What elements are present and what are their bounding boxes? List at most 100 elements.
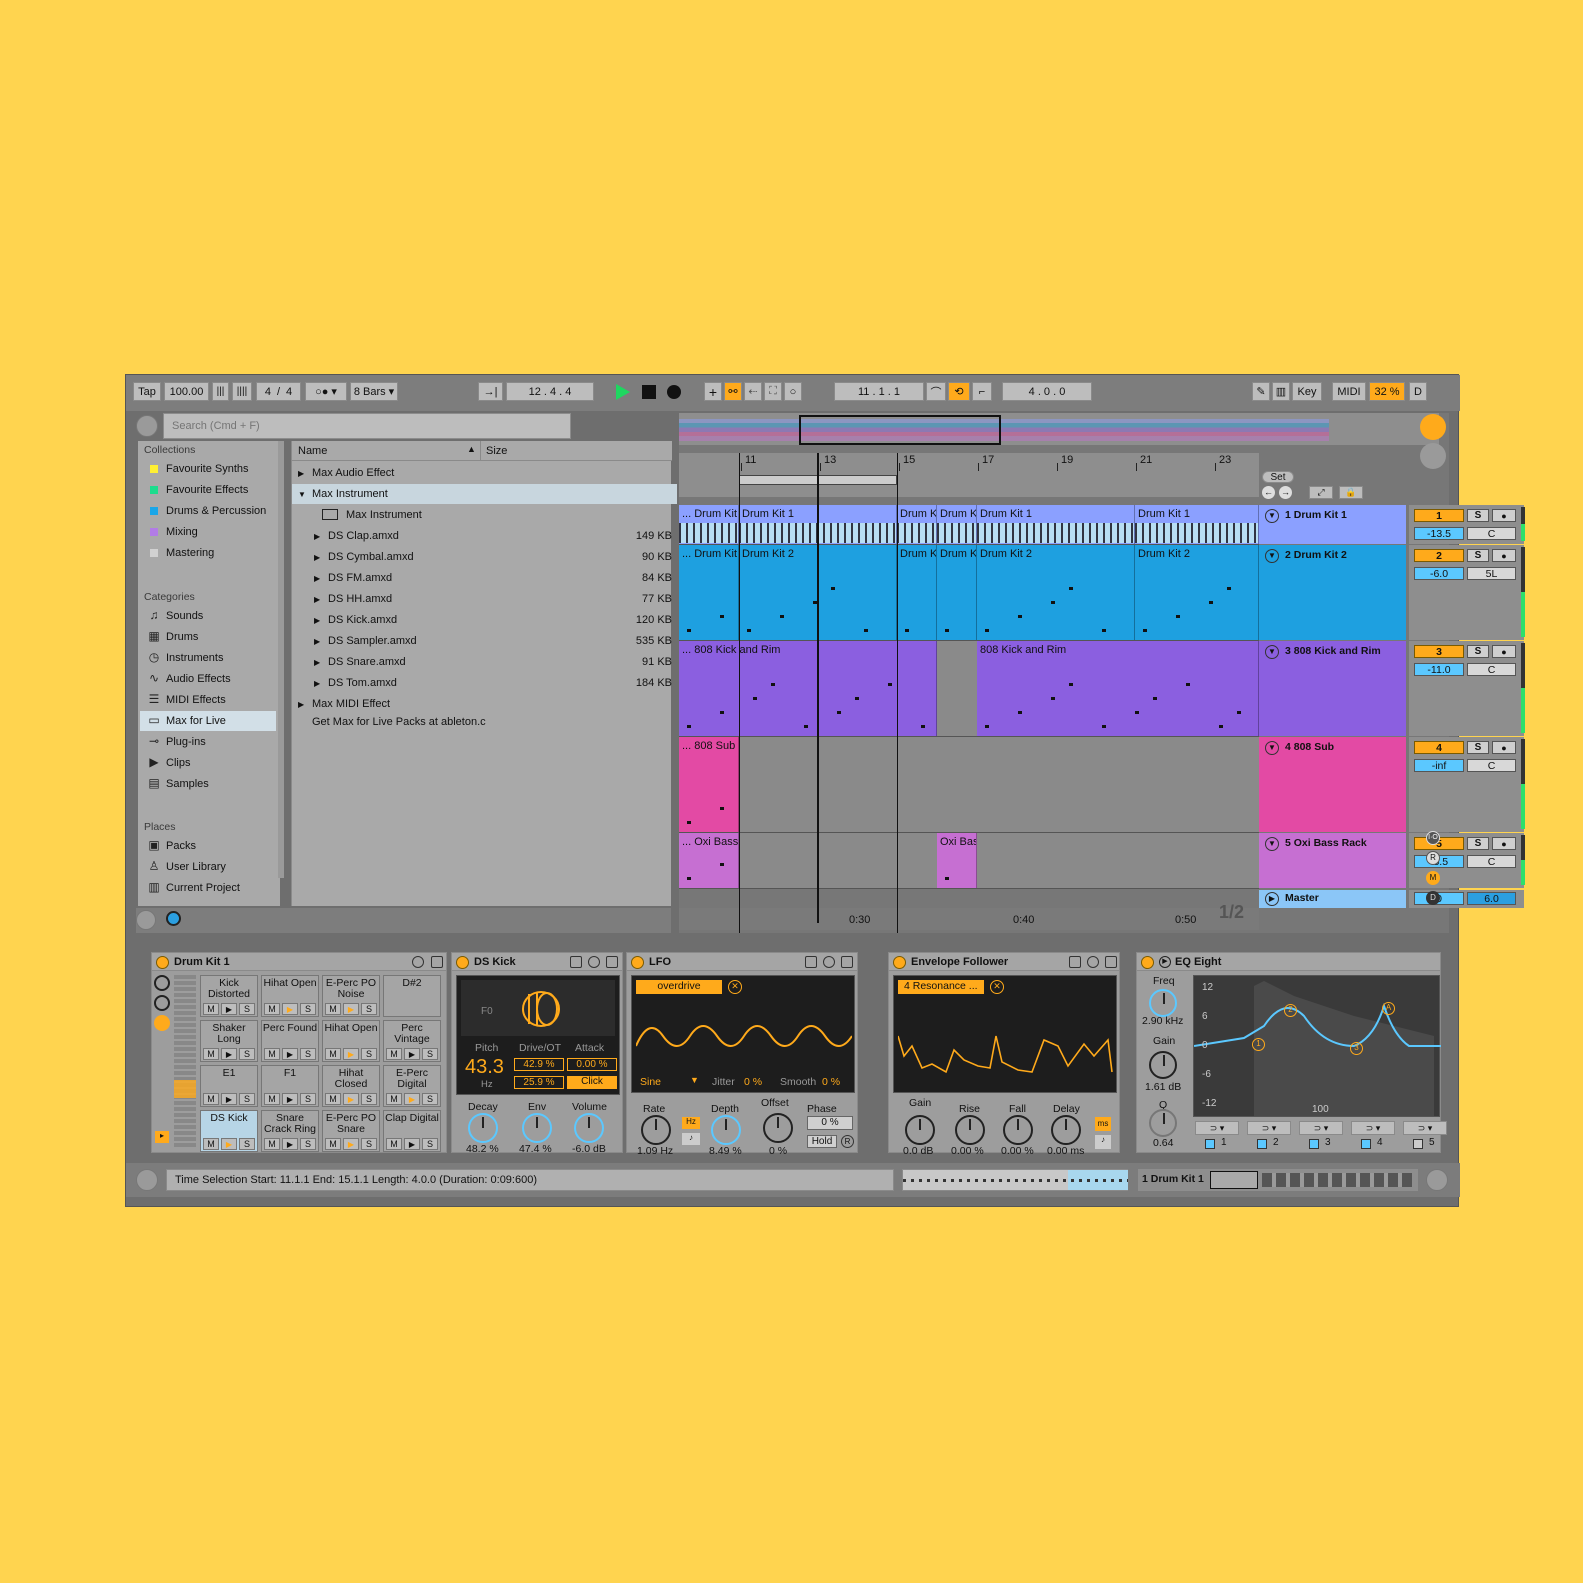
drum-pad[interactable]: E1 M ▶ S — [200, 1065, 258, 1107]
track-fold-icon[interactable]: ▼ — [1265, 645, 1279, 659]
track-fold-icon[interactable]: ▼ — [1265, 741, 1279, 755]
macro-view-icon[interactable] — [154, 975, 170, 991]
pad-mute-button[interactable]: M — [325, 1003, 341, 1015]
track-fold-icon[interactable]: ▼ — [1265, 549, 1279, 563]
sync-note-icon[interactable]: ♪ — [682, 1133, 700, 1145]
track-lane[interactable]: ... 808 Kick and Rim 808 Kick and Rim — [679, 641, 1259, 737]
info-view-toggle-icon[interactable] — [136, 1169, 158, 1191]
track-lane[interactable]: ... Drum Kit Drum Kit 1 Drum K Drum K Drum K… — [679, 505, 1259, 545]
pad-play-icon[interactable]: ▶ — [221, 1003, 237, 1015]
expand-arrow-icon[interactable]: ▶ — [314, 679, 320, 688]
record-icon[interactable] — [667, 385, 681, 399]
track-activator[interactable]: 4 — [1414, 741, 1464, 754]
clip[interactable]: ... 808 Kick and Rim — [679, 641, 937, 736]
clip[interactable]: ... 808 Sub — [679, 737, 739, 832]
capture-icon[interactable]: ⛶ — [764, 382, 782, 401]
max-edit-icon[interactable] — [570, 956, 582, 968]
clip[interactable]: Drum K — [937, 505, 977, 544]
clip[interactable]: Drum K — [937, 545, 977, 640]
file-row[interactable]: ▶ DS Clap.amxd 149 KB — [292, 526, 677, 546]
track-activator[interactable]: 1 — [1414, 509, 1464, 522]
pad-play-icon[interactable]: ▶ — [282, 1138, 298, 1150]
filter-type-dropdown[interactable]: ⊃ ▾ — [1351, 1121, 1395, 1135]
time-signature[interactable]: 4 / 4 — [256, 382, 301, 401]
track-header-5[interactable]: ▼ 5 Oxi Bass Rack — [1259, 833, 1406, 888]
retrigger-button[interactable]: R — [841, 1135, 854, 1148]
lock-icon[interactable]: 🔒 — [1339, 486, 1363, 499]
pad-solo-button[interactable]: S — [361, 1048, 377, 1060]
pad-mute-button[interactable]: M — [264, 1093, 280, 1105]
track-volume[interactable]: -6.0 — [1414, 567, 1464, 580]
time-ruler[interactable]: 1/2 0:30 0:40 0:50 — [679, 902, 1259, 930]
volume-knob[interactable] — [574, 1113, 604, 1143]
loop-length-field[interactable]: 4 . 0 . 0 — [1002, 382, 1092, 401]
expand-arrow-icon[interactable]: ▶ — [314, 595, 320, 604]
metronome-icon[interactable]: ○● ▾ — [305, 382, 347, 401]
q-knob[interactable] — [1149, 1109, 1177, 1137]
phase-field[interactable]: 0 % — [807, 1116, 853, 1130]
overview-viewport[interactable] — [799, 415, 1001, 445]
max-edit-icon[interactable] — [1069, 956, 1081, 968]
expand-arrow-icon[interactable]: ▶ — [298, 700, 304, 709]
device-menu-icon[interactable] — [412, 956, 424, 968]
band-enable-checkbox[interactable] — [1361, 1139, 1371, 1149]
envelope-target-field[interactable]: 4 Resonance ... — [898, 980, 984, 994]
clip[interactable]: Oxi Bas — [937, 833, 977, 888]
eq-band-point[interactable]: A — [1382, 1002, 1395, 1015]
sidebar-item-plug-ins[interactable]: ⊸ Plug-ins — [140, 732, 276, 752]
jitter-value[interactable]: 0 % — [744, 1076, 762, 1088]
sort-icon[interactable]: ▲ — [467, 444, 476, 454]
file-row[interactable]: Max Instrument — [292, 505, 677, 525]
detail-view-toggle-icon[interactable] — [1426, 1169, 1448, 1191]
tap-button[interactable]: Tap — [133, 382, 161, 401]
pad-solo-button[interactable]: S — [300, 1138, 316, 1150]
get-more-packs-link[interactable]: Get Max for Live Packs at ableton.c — [312, 716, 486, 728]
rate-knob[interactable] — [641, 1115, 671, 1145]
pad-solo-button[interactable]: S — [422, 1093, 438, 1105]
lfo-shape-value[interactable]: Sine — [640, 1076, 661, 1088]
draw-mode-icon[interactable]: ✎ — [1252, 382, 1270, 401]
pad-play-icon[interactable]: ▶ — [404, 1138, 420, 1150]
nudge-down-icon[interactable]: ||| — [212, 382, 229, 401]
sidebar-item-clips[interactable]: ▶ Clips — [140, 753, 276, 773]
pad-play-icon[interactable]: ▶ — [221, 1093, 237, 1105]
filter-type-dropdown[interactable]: ⊃ ▾ — [1247, 1121, 1291, 1135]
file-row[interactable]: ▶ DS Sampler.amxd 535 KB — [292, 631, 677, 651]
device-on-icon[interactable] — [893, 956, 906, 969]
pitch-value[interactable]: 43.3 — [465, 1056, 504, 1079]
sidebar-item-drums[interactable]: ▦ Drums — [140, 627, 276, 647]
track-fold-icon[interactable]: ▼ — [1265, 837, 1279, 851]
drum-pad[interactable]: Clap Digital M ▶ S — [383, 1110, 441, 1152]
expand-arrow-icon[interactable]: ▶ — [298, 469, 304, 478]
pad-mute-button[interactable]: M — [325, 1138, 341, 1150]
arrangement-view-icon[interactable] — [1420, 414, 1446, 440]
clip[interactable]: Drum K — [897, 545, 937, 640]
nudge-up-icon[interactable]: |||| — [232, 382, 252, 401]
pad-play-icon[interactable]: ▶ — [404, 1093, 420, 1105]
name-column-header[interactable]: Name — [298, 445, 327, 457]
env-knob[interactable] — [522, 1113, 552, 1143]
solo-button[interactable]: S — [1467, 549, 1489, 562]
delay-knob[interactable] — [1051, 1115, 1081, 1145]
delay-toggle-icon[interactable]: D — [1426, 891, 1440, 905]
drum-pad[interactable]: Perc Found M ▶ S — [261, 1020, 319, 1062]
overdub-icon[interactable]: + — [704, 382, 722, 401]
expand-arrow-icon[interactable]: ▶ — [314, 616, 320, 625]
quantize-menu[interactable]: 8 Bars ▾ — [350, 382, 398, 401]
pad-play-icon[interactable]: ▶ — [404, 1048, 420, 1060]
gain-knob[interactable] — [1149, 1051, 1177, 1079]
arm-record-icon[interactable]: ● — [1492, 837, 1516, 850]
arm-record-icon[interactable]: ● — [1492, 509, 1516, 522]
clip[interactable]: Drum Kit 1 — [1135, 505, 1259, 544]
pad-solo-button[interactable]: S — [239, 1048, 255, 1060]
track-pan[interactable]: 5L — [1467, 567, 1516, 580]
loop-start-field[interactable]: 11 . 1 . 1 — [834, 382, 924, 401]
keyboard-icon[interactable]: ▥ — [1272, 382, 1290, 401]
attack-field[interactable]: 0.00 % — [567, 1058, 617, 1071]
solo-button[interactable]: S — [1467, 509, 1489, 522]
expand-arrow-icon[interactable]: ▶ — [314, 658, 320, 667]
sidebar-scrollbar[interactable] — [278, 441, 284, 878]
pad-solo-button[interactable]: S — [300, 1003, 316, 1015]
offset-knob[interactable] — [763, 1113, 793, 1143]
drum-pad[interactable]: Shaker Long M ▶ S — [200, 1020, 258, 1062]
